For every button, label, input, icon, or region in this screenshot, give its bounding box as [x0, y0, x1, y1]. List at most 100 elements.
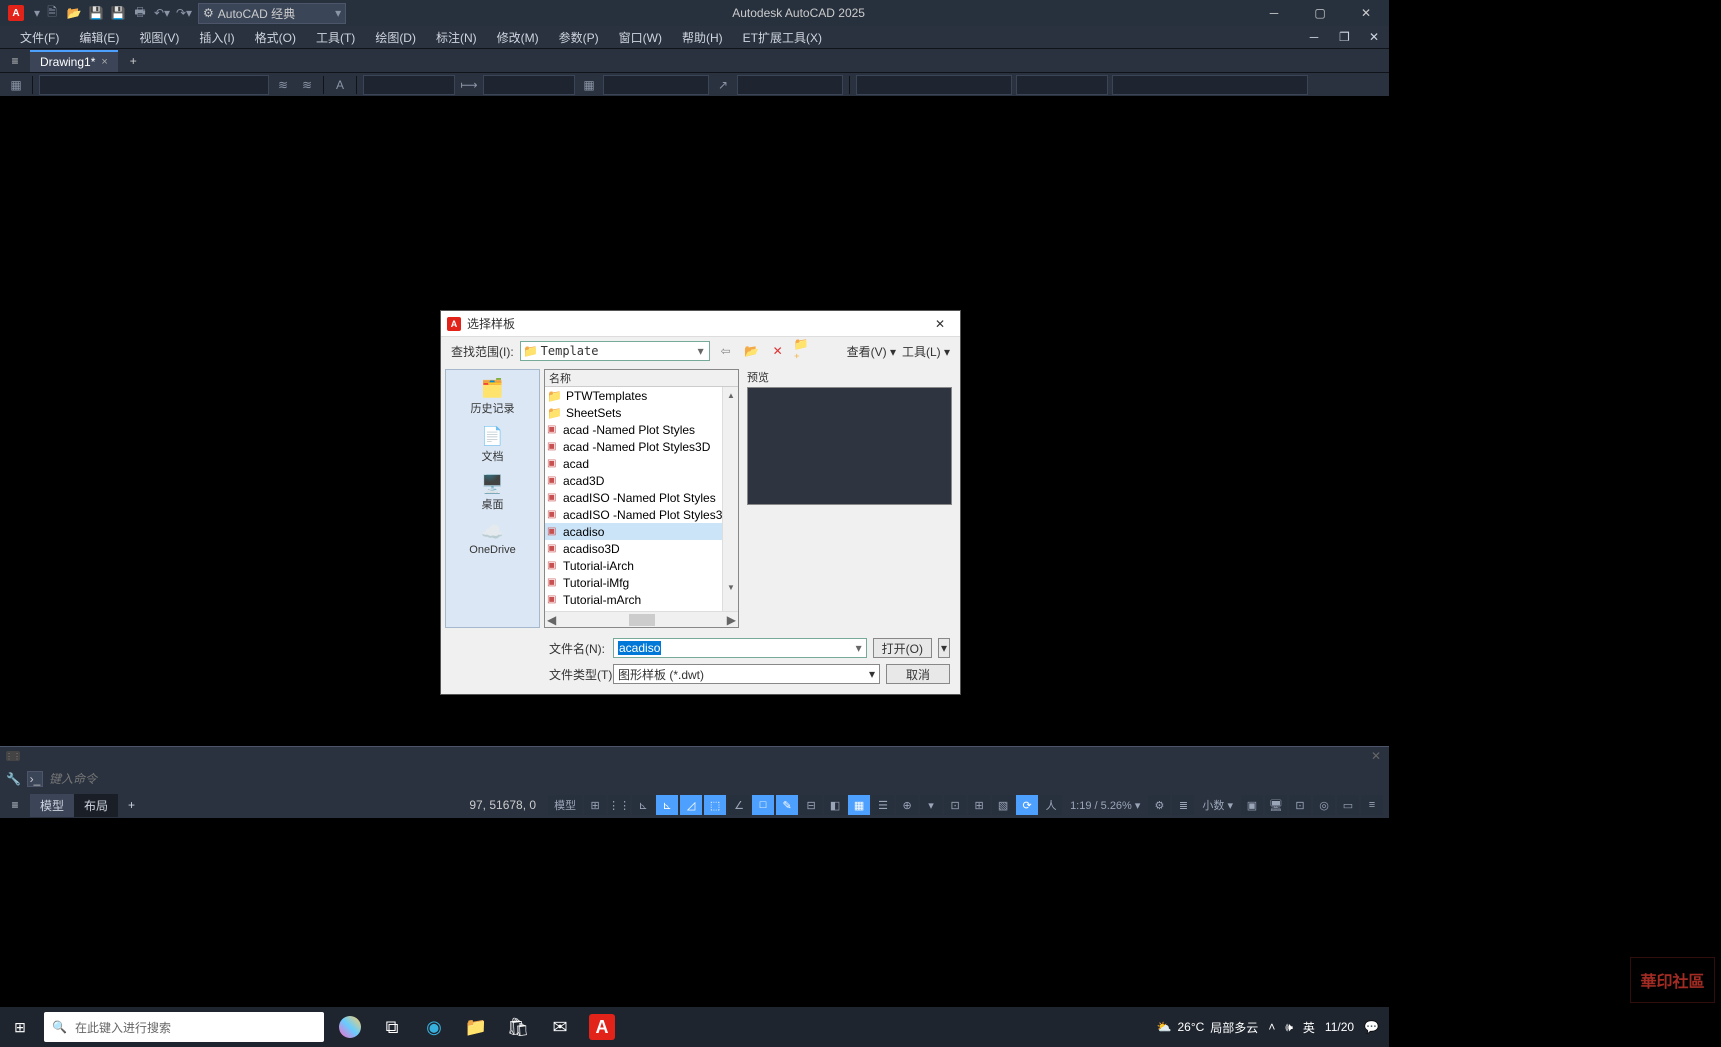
- minimize-button[interactable]: ─: [1251, 0, 1297, 26]
- textstyle-icon[interactable]: A: [330, 75, 350, 95]
- taskbar-copilot-icon[interactable]: [339, 1016, 361, 1038]
- menu-draw[interactable]: 绘图(D): [365, 29, 426, 46]
- new-icon[interactable]: 🗎: [44, 5, 60, 21]
- taskbar-edge-icon[interactable]: ◉: [414, 1007, 454, 1047]
- layout-add[interactable]: +: [118, 798, 145, 812]
- sb-dyn-ucs-icon[interactable]: ⊕: [896, 795, 918, 815]
- open-icon[interactable]: 📂: [66, 5, 82, 21]
- dim-icon[interactable]: ⟼: [459, 75, 479, 95]
- sb-units-icon[interactable]: ≣: [1172, 795, 1194, 815]
- save-icon[interactable]: 💾: [88, 5, 104, 21]
- sb-isodraft-icon[interactable]: ⬚: [704, 795, 726, 815]
- tray-date[interactable]: 11/20: [1325, 1020, 1354, 1034]
- sb-hw-icon[interactable]: ⊡: [1289, 795, 1311, 815]
- document-tab-close-icon[interactable]: ×: [101, 56, 107, 68]
- sb-polar-icon[interactable]: ◿: [680, 795, 702, 815]
- sb-transparency-icon[interactable]: ◧: [824, 795, 846, 815]
- lineweight-combo[interactable]: [1016, 75, 1108, 95]
- file-item[interactable]: ▣acad: [545, 455, 738, 472]
- tray-notifications-icon[interactable]: 💬: [1364, 1020, 1379, 1034]
- filetype-select[interactable]: 图形样板 (*.dwt) ▾: [613, 664, 880, 684]
- color-combo[interactable]: [856, 75, 1012, 95]
- layer-prev-icon[interactable]: ≋: [297, 75, 317, 95]
- redo-icon[interactable]: ↷▾: [176, 5, 192, 21]
- taskbar-mail-icon[interactable]: ✉: [540, 1007, 580, 1047]
- saveas-icon[interactable]: 💾: [110, 5, 126, 21]
- file-item[interactable]: ▣Tutorial-iArch: [545, 557, 738, 574]
- delete-icon[interactable]: ✕: [768, 341, 788, 361]
- sb-qp-icon[interactable]: ▣: [1241, 795, 1263, 815]
- taskbar-autocad-icon[interactable]: A: [589, 1014, 615, 1040]
- filename-input[interactable]: acadiso ▾: [613, 638, 867, 658]
- tray-chevron-icon[interactable]: ˄: [1268, 1020, 1275, 1034]
- units-display[interactable]: 小数 ▾: [1196, 795, 1239, 815]
- doc-close-button[interactable]: ✕: [1359, 30, 1389, 44]
- view-menu[interactable]: 查看(V) ▾: [847, 343, 896, 360]
- file-item[interactable]: ▣Tutorial-mArch: [545, 591, 738, 608]
- mleaderstyle-combo[interactable]: [737, 75, 843, 95]
- sb-lock-icon[interactable]: 🖥: [1265, 795, 1287, 815]
- sb-ws-icon[interactable]: ⚙: [1148, 795, 1170, 815]
- file-item[interactable]: 📁PTWTemplates: [545, 387, 738, 404]
- file-item[interactable]: ▣acad -Named Plot Styles: [545, 421, 738, 438]
- sb-cycling-icon[interactable]: ▦: [848, 795, 870, 815]
- sb-iso-icon[interactable]: ◎: [1313, 795, 1335, 815]
- layout-menu-icon[interactable]: ≡: [0, 798, 30, 812]
- coordinates[interactable]: 97, 51678, 0: [457, 798, 548, 812]
- file-list[interactable]: 名称 📁PTWTemplates📁SheetSets▣acad -Named P…: [544, 369, 739, 628]
- command-input[interactable]: [49, 772, 1389, 786]
- doc-tabs-menu[interactable]: ≡: [0, 54, 30, 68]
- file-item[interactable]: 📁SheetSets: [545, 404, 738, 421]
- column-header-name[interactable]: 名称: [545, 370, 738, 387]
- menu-insert[interactable]: 插入(I): [189, 29, 244, 46]
- document-tab-new[interactable]: +: [118, 54, 149, 68]
- taskbar-taskview-icon[interactable]: ⧉: [372, 1007, 412, 1047]
- file-item[interactable]: ▣acadISO -Named Plot Styles: [545, 489, 738, 506]
- tray-network-icon[interactable]: 🕪: [1285, 1020, 1293, 1035]
- sb-osnap-icon[interactable]: ∠: [728, 795, 750, 815]
- file-item[interactable]: ▣acad -Named Plot Styles3D: [545, 438, 738, 455]
- sb-gizmo-icon[interactable]: ⊡: [944, 795, 966, 815]
- textstyle-combo[interactable]: [363, 75, 455, 95]
- menu-window[interactable]: 窗口(W): [609, 29, 672, 46]
- sb-annomon-icon[interactable]: ⊞: [968, 795, 990, 815]
- open-button[interactable]: 打开(O): [873, 638, 932, 658]
- up-folder-icon[interactable]: 📂: [742, 341, 762, 361]
- file-item[interactable]: ▣acadISO -Named Plot Styles3D: [545, 506, 738, 523]
- menu-tools[interactable]: 工具(T): [306, 29, 365, 46]
- menu-file[interactable]: 文件(F): [10, 29, 69, 46]
- place-历史记录[interactable]: 🗂️历史记录: [448, 374, 538, 420]
- mleader-icon[interactable]: ↗: [713, 75, 733, 95]
- undo-icon[interactable]: ↶▾: [154, 5, 170, 21]
- new-folder-icon[interactable]: 📁⁺: [794, 341, 814, 361]
- app-icon[interactable]: A: [8, 5, 24, 21]
- close-button[interactable]: ✕: [1343, 0, 1389, 26]
- place-桌面[interactable]: 🖥️桌面: [448, 470, 538, 516]
- sb-quickprop-icon[interactable]: ▧: [992, 795, 1014, 815]
- layer-iso-icon[interactable]: ▦: [6, 75, 26, 95]
- place-OneDrive[interactable]: ☁️OneDrive: [448, 518, 538, 560]
- menu-edit[interactable]: 编辑(E): [69, 29, 129, 46]
- menu-parametric[interactable]: 参数(P): [549, 29, 609, 46]
- dialog-close-button[interactable]: ✕: [920, 317, 960, 331]
- document-tab-drawing1[interactable]: Drawing1* ×: [30, 50, 118, 72]
- menu-modify[interactable]: 修改(M): [487, 29, 549, 46]
- dimstyle-combo[interactable]: [483, 75, 575, 95]
- sb-2d-osnap-icon[interactable]: ✎: [776, 795, 798, 815]
- open-split-button[interactable]: ▾: [938, 638, 950, 658]
- sb-model-button[interactable]: 模型: [548, 795, 582, 815]
- taskbar-explorer-icon[interactable]: 📁: [456, 1007, 496, 1047]
- layout-tab[interactable]: 布局: [74, 794, 118, 817]
- scrollbar-vertical[interactable]: [722, 387, 738, 611]
- menu-help[interactable]: 帮助(H): [672, 29, 733, 46]
- layer-combo[interactable]: [39, 75, 269, 95]
- maximize-button[interactable]: ▢: [1297, 0, 1343, 26]
- sb-ortho-icon[interactable]: ⊾: [656, 795, 678, 815]
- drawing-canvas[interactable]: A 选择样板 ✕ 查找范围(I): 📁 Template ▾ ⇦ 📂 ✕ 📁⁺ …: [0, 96, 1389, 746]
- taskbar-store-icon[interactable]: 🛍: [498, 1007, 538, 1047]
- file-item[interactable]: ▣acadiso3D: [545, 540, 738, 557]
- scrollbar-horizontal[interactable]: ◀▶: [545, 611, 738, 627]
- workspace-selector[interactable]: ⚙ AutoCAD 经典 ▾: [198, 3, 346, 24]
- sb-3d-osnap-icon[interactable]: ☰: [872, 795, 894, 815]
- tablestyle-combo[interactable]: [603, 75, 709, 95]
